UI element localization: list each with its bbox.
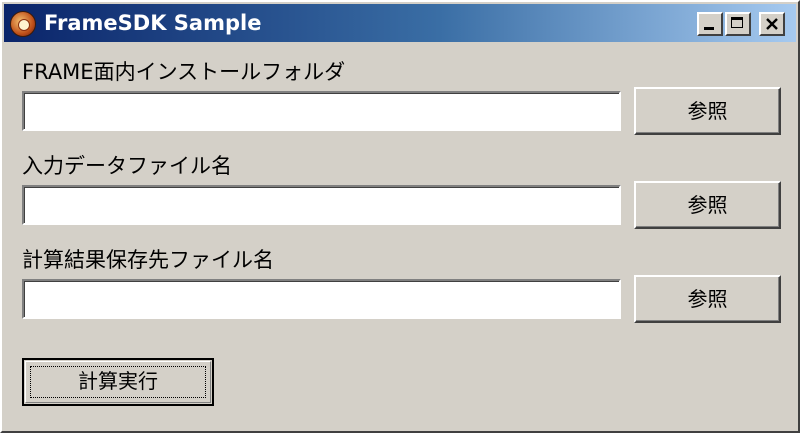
output-file-browse-button[interactable]: 参照 <box>634 275 781 323</box>
install-folder-input[interactable] <box>22 91 621 131</box>
input-file-browse-button[interactable]: 参照 <box>634 181 781 229</box>
maximize-button[interactable] <box>725 12 751 36</box>
install-folder-browse-button[interactable]: 参照 <box>634 87 781 135</box>
output-file-input[interactable] <box>22 279 621 319</box>
input-file-input[interactable] <box>22 185 621 225</box>
close-icon <box>766 18 778 30</box>
input-file-label: 入力データファイル名 <box>22 154 232 178</box>
title-bar[interactable]: FrameSDK Sample <box>4 4 796 42</box>
install-folder-label: FRAME面内インストールフォルダ <box>22 60 346 84</box>
app-window: FrameSDK Sample FRAME面内インストールフォルダ 参照 入力デ… <box>0 0 800 433</box>
app-logo-icon[interactable] <box>10 11 36 37</box>
minimize-button[interactable] <box>697 12 723 36</box>
output-file-label: 計算結果保存先ファイル名 <box>22 248 274 272</box>
run-calculation-button[interactable]: 計算実行 <box>22 358 214 406</box>
window-title: FrameSDK Sample <box>44 11 262 35</box>
run-calculation-label: 計算実行 <box>78 369 158 393</box>
close-button[interactable] <box>759 12 785 36</box>
